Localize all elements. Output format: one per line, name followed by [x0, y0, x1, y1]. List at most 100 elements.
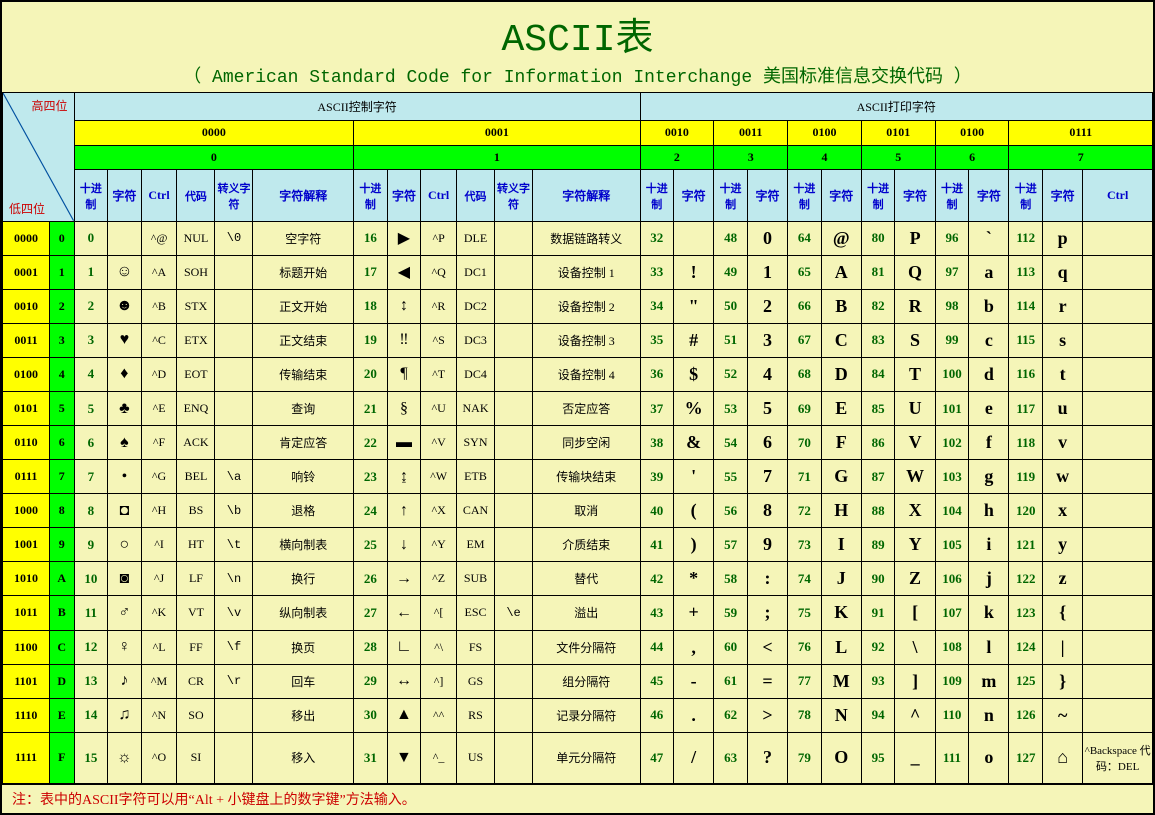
- table-row: 100199○^IHT\t横向制表25↓^YEM介质结束41)57973I89Y…: [3, 528, 1153, 562]
- cell-char: \: [895, 630, 935, 664]
- cell-desc: 横向制表: [253, 528, 354, 562]
- cell-code: US: [457, 732, 495, 783]
- cell-ctrl-last: [1083, 664, 1153, 698]
- cell-dec: 73: [788, 528, 822, 562]
- cell-dec: 35: [640, 323, 674, 357]
- cell-char: %: [674, 391, 714, 425]
- cell-char: A: [821, 255, 861, 289]
- cell-ctrl: ^K: [141, 596, 177, 630]
- cell-char: y: [1043, 528, 1083, 562]
- col-code: 代码: [177, 170, 215, 221]
- cell-dec: 102: [935, 426, 969, 460]
- cell-char: e: [969, 391, 1009, 425]
- hexhi-0: 0: [74, 145, 354, 170]
- cell-dec: 56: [714, 494, 748, 528]
- cell-code: NAK: [457, 391, 495, 425]
- table-row: 1101D13♪^MCR\r回车29↔^]GS组分隔符45-61=77M93]1…: [3, 664, 1153, 698]
- cell-char: Z: [895, 562, 935, 596]
- cell-char: 2: [747, 289, 787, 323]
- cell-code: EM: [457, 528, 495, 562]
- cell-desc: 传输结束: [253, 357, 354, 391]
- cell-char: I: [821, 528, 861, 562]
- cell-esc: [495, 323, 533, 357]
- cell-esc: [495, 255, 533, 289]
- col-dec-6: 十进制: [935, 170, 969, 221]
- row-bin: 0001: [3, 255, 50, 289]
- cell-char: J: [821, 562, 861, 596]
- cell-char: *: [674, 562, 714, 596]
- cell-char: 0: [747, 221, 787, 255]
- cell-char: a: [969, 255, 1009, 289]
- cell-char: R: [895, 289, 935, 323]
- cell-dec: 42: [640, 562, 674, 596]
- cell-code: NUL: [177, 221, 215, 255]
- cell-dec: 92: [861, 630, 895, 664]
- cell-dec: 33: [640, 255, 674, 289]
- cell-char: r: [1043, 289, 1083, 323]
- cell-dec: 88: [861, 494, 895, 528]
- row-bin: 1010: [3, 562, 50, 596]
- page-title: ASCII表: [2, 2, 1153, 62]
- cell-ctrl: ^^: [421, 698, 457, 732]
- cell-esc: \v: [215, 596, 253, 630]
- cell-char: k: [969, 596, 1009, 630]
- cell-dec: 84: [861, 357, 895, 391]
- cell-dec: 29: [354, 664, 388, 698]
- cell-esc: [215, 391, 253, 425]
- cell-dec: 99: [935, 323, 969, 357]
- cell-desc: 取消: [533, 494, 640, 528]
- cell-char: P: [895, 221, 935, 255]
- cell-code: SO: [177, 698, 215, 732]
- row-bin: 1101: [3, 664, 50, 698]
- cell-ctrl: ^_: [421, 732, 457, 783]
- cell-desc: 设备控制 4: [533, 357, 640, 391]
- cell-esc: [495, 698, 533, 732]
- cell-char: ♥: [108, 323, 142, 357]
- cell-dec: 97: [935, 255, 969, 289]
- cell-ctrl: ^O: [141, 732, 177, 783]
- cell-char: v: [1043, 426, 1083, 460]
- cell-dec: 82: [861, 289, 895, 323]
- cell-esc: [495, 391, 533, 425]
- row-bin: 1000: [3, 494, 50, 528]
- col-ctrl: Ctrl: [141, 170, 177, 221]
- cell-char: U: [895, 391, 935, 425]
- col-char-5: 字符: [895, 170, 935, 221]
- cell-dec: 19: [354, 323, 388, 357]
- section-control: ASCII控制字符: [74, 93, 640, 121]
- cell-char: {: [1043, 596, 1083, 630]
- cell-ctrl: ^]: [421, 664, 457, 698]
- row-hex: A: [49, 562, 74, 596]
- cell-code: EOT: [177, 357, 215, 391]
- cell-char: W: [895, 460, 935, 494]
- cell-dec: 5: [74, 391, 108, 425]
- cell-ctrl-last: [1083, 562, 1153, 596]
- cell-esc: \f: [215, 630, 253, 664]
- cell-desc: 换页: [253, 630, 354, 664]
- cell-dec: 41: [640, 528, 674, 562]
- col-dec-1: 十进制: [354, 170, 388, 221]
- col-desc: 字符解释: [253, 170, 354, 221]
- cell-ctrl-last: [1083, 221, 1153, 255]
- cell-dec: 13: [74, 664, 108, 698]
- cell-dec: 70: [788, 426, 822, 460]
- cell-dec: 108: [935, 630, 969, 664]
- cell-esc: \n: [215, 562, 253, 596]
- cell-ctrl: ^N: [141, 698, 177, 732]
- cell-dec: 26: [354, 562, 388, 596]
- cell-char: ◙: [108, 562, 142, 596]
- table-row: 1111F15☼^OSI移入31▼^_US单元分隔符47/63?79O95_11…: [3, 732, 1153, 783]
- cell-ctrl: ^J: [141, 562, 177, 596]
- cell-ctrl: ^A: [141, 255, 177, 289]
- cell-char: |: [1043, 630, 1083, 664]
- cell-char: §: [387, 391, 421, 425]
- cell-desc: 设备控制 3: [533, 323, 640, 357]
- header-row-sections: 高四位 低四位 ASCII控制字符 ASCII打印字符: [3, 93, 1153, 121]
- cell-ctrl: ^X: [421, 494, 457, 528]
- cell-desc: 换行: [253, 562, 354, 596]
- cell-dec: 83: [861, 323, 895, 357]
- table-row: 1011B11♂^KVT\v纵向制表27←^[ESC\e溢出43+59;75K9…: [3, 596, 1153, 630]
- cell-ctrl: ^P: [421, 221, 457, 255]
- cell-char: O: [821, 732, 861, 783]
- cell-ctrl: ^Z: [421, 562, 457, 596]
